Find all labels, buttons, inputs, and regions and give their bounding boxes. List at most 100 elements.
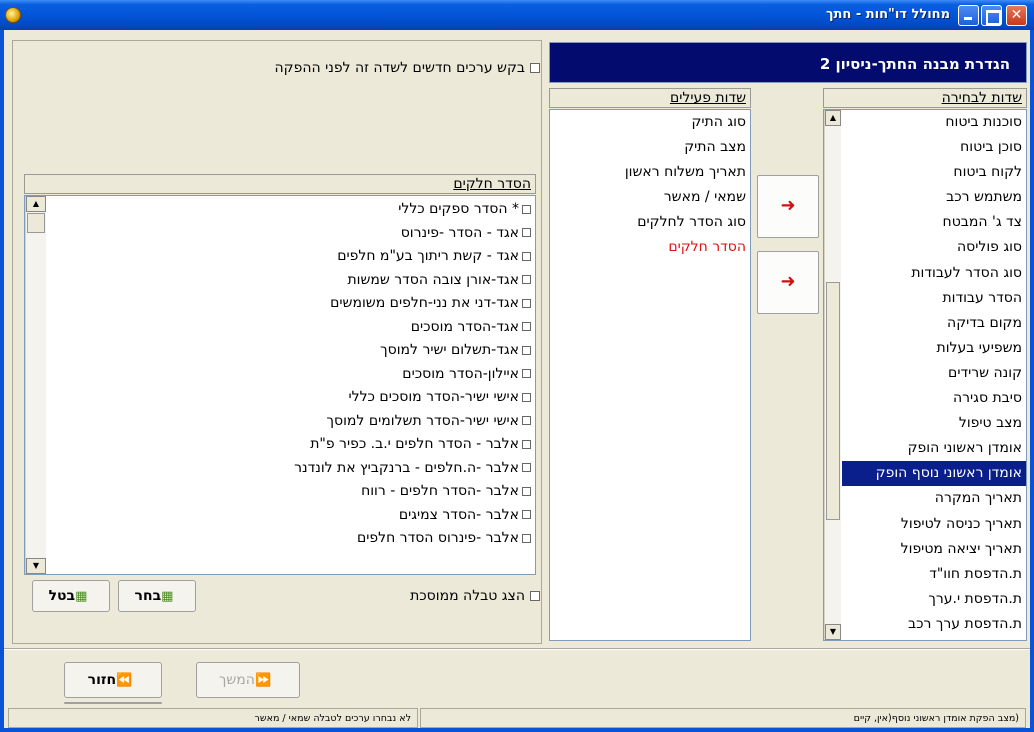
show-custom-table-label: הצג טבלה ממוסכת	[410, 588, 525, 604]
checkbox-icon[interactable]	[530, 63, 540, 73]
parts-item-label: אלבר -ה.חלפים - ברנקביץ את לונדנר	[294, 459, 519, 476]
available-field-item[interactable]: אומדן ראשוני הופק	[842, 436, 1026, 461]
parts-item-label: * הסדר ספקים כללי	[398, 201, 519, 217]
parts-item-label: אלבר -הסדר חלפים - רווח	[361, 483, 519, 499]
available-field-item[interactable]: סוג הסדר לעבודות	[842, 261, 1026, 286]
available-field-item[interactable]: סוכנות ביטוח	[842, 110, 1026, 135]
scroll-thumb[interactable]	[826, 282, 840, 520]
checkbox-icon[interactable]	[522, 439, 531, 449]
active-field-item[interactable]: הסדר חלקים	[550, 235, 750, 260]
available-field-item[interactable]: ת.הדפסת י.ערך	[842, 587, 1026, 612]
checkbox-icon[interactable]	[522, 251, 531, 261]
parts-list-item[interactable]: אלבר - הסדר חלפים י.ב. כפיר פ"ת	[47, 433, 535, 457]
parts-list-item[interactable]: אגד - הסדר -פינרוס	[47, 222, 535, 246]
parts-list-item[interactable]: אישי ישיר-הסדר תשלומים למוסך	[47, 410, 535, 434]
parts-item-label: אגד-דני את נני-חלפים משומשים	[330, 295, 519, 311]
parts-list-item[interactable]: איילון-הסדר מוסכים	[47, 363, 535, 387]
next-button[interactable]: ⏩המשך	[196, 662, 300, 698]
cancel-icon: ▦	[75, 589, 88, 604]
parts-scrollbar[interactable]: ▲ ▼	[25, 196, 46, 574]
scroll-thumb[interactable]	[27, 213, 45, 233]
back-icon: ⏪	[116, 673, 133, 688]
checkbox-icon[interactable]	[522, 322, 531, 331]
checkbox-icon[interactable]	[522, 345, 531, 355]
show-custom-table-checkbox[interactable]: הצג טבלה ממוסכת	[280, 588, 540, 604]
move-left-button[interactable]: ➜	[757, 175, 819, 238]
active-field-item[interactable]: סוג הסדר לחלקים	[550, 210, 750, 235]
checkbox-icon[interactable]	[522, 533, 531, 543]
checkbox-icon[interactable]	[530, 591, 540, 601]
parts-list-item[interactable]: אלבר -פינרוס הסדר חלפים	[47, 527, 535, 551]
checkbox-icon[interactable]	[522, 510, 531, 519]
window-title: מחולל דו"חות - חתך	[826, 7, 950, 22]
parts-list-item[interactable]: אישי ישיר-הסדר מוסכים כללי	[47, 386, 535, 410]
parts-item-label: אגד-הסדר מוסכים	[410, 318, 519, 335]
checkbox-icon[interactable]	[522, 463, 531, 472]
available-fields-header: שדות לבחירה	[823, 88, 1027, 108]
parts-list-item[interactable]: אגד-דני את נני-חלפים משומשים	[47, 292, 535, 316]
active-field-item[interactable]: סוג התיק	[550, 110, 750, 135]
move-right-button[interactable]: ➜	[757, 251, 819, 314]
available-field-item[interactable]: סוג פוליסה	[842, 235, 1026, 260]
title-bar: מחולל דו"חות - חתך ✕	[0, 0, 1034, 30]
active-field-item[interactable]: מצב התיק	[550, 135, 750, 160]
cancel-button[interactable]: ▦בטל	[32, 580, 110, 612]
back-button[interactable]: ⏪חזור	[64, 662, 162, 698]
request-new-values-checkbox[interactable]: בקש ערכים חדשים לשדה זה לפני ההפקה	[120, 60, 540, 76]
available-field-item[interactable]: אומדן ראשוני נוסף הופק	[842, 461, 1026, 487]
checkbox-icon[interactable]	[522, 204, 531, 214]
checkbox-icon[interactable]	[522, 416, 531, 425]
checkbox-icon[interactable]	[522, 369, 531, 378]
available-field-item[interactable]: הסדר עבודות	[842, 286, 1026, 311]
page-title: הגדרת מבנה החתך-ניסיון 2	[549, 42, 1027, 83]
minimize-button[interactable]	[958, 5, 979, 26]
parts-list[interactable]: * הסדר ספקים כללי אגד - הסדר -פינרוס אגד -…	[24, 195, 536, 575]
active-fields-list[interactable]: סוג התיק מצב התיק תאריך משלוח ראשון שמאי / …	[549, 109, 751, 641]
status-right: (מצב הפקת אומדן ראשוני נוסף(אין, קיים	[420, 708, 1026, 728]
parts-list-item[interactable]: אלבר -הסדר חלפים - רווח	[47, 480, 535, 504]
back-label: חזור	[87, 672, 117, 688]
parts-list-item[interactable]: אגד-הסדר מוסכים	[47, 316, 535, 340]
parts-list-item[interactable]: אגד - קשת ריתוך בע"מ חלפים	[47, 245, 535, 269]
parts-list-item[interactable]: אלבר -ה.חלפים - ברנקביץ את לונדנר	[47, 457, 535, 481]
available-field-item[interactable]: תאריך יציאה מטיפול	[842, 537, 1026, 562]
checkbox-icon[interactable]	[522, 275, 531, 284]
parts-item-label: אגד - קשת ריתוך בע"מ חלפים	[337, 248, 519, 264]
available-field-item[interactable]: סיבת סגירה	[842, 386, 1026, 411]
available-field-item[interactable]: מצב טיפול	[842, 411, 1026, 436]
parts-list-item[interactable]: * הסדר ספקים כללי	[47, 198, 535, 222]
available-field-item[interactable]: ת.הדפסת ערך רכב	[842, 612, 1026, 637]
parts-list-item[interactable]: אגד-אורן צובה הסדר שמשות	[47, 269, 535, 293]
parts-item-label: אלבר - הסדר חלפים י.ב. כפיר פ"ת	[310, 436, 519, 452]
close-button[interactable]: ✕	[1006, 5, 1027, 26]
available-field-item[interactable]: קונה שרידים	[842, 361, 1026, 386]
select-label: בחר	[134, 588, 162, 604]
active-field-item[interactable]: שמאי / מאשר	[550, 185, 750, 210]
available-field-item[interactable]: משתמש רכב	[842, 185, 1026, 210]
available-field-item[interactable]: משפיעי בעלות	[842, 336, 1026, 361]
available-field-item[interactable]: תאריך כניסה לטיפול	[842, 512, 1026, 537]
checkbox-icon[interactable]	[522, 228, 531, 237]
scroll-up-icon[interactable]: ▲	[825, 110, 841, 126]
available-fields-list[interactable]: סוכנות ביטוח סוכן ביטוח לקוח ביטוח משתמש רכ…	[823, 109, 1027, 641]
available-field-item[interactable]: לקוח ביטוח	[842, 160, 1026, 185]
available-field-item[interactable]: תאריך המקרה	[842, 486, 1026, 511]
scroll-down-icon[interactable]: ▼	[825, 624, 841, 640]
available-field-item[interactable]: ת.הדפסת חוו"ד	[842, 562, 1026, 587]
parts-list-item[interactable]: אגד-תשלום ישיר למוסך	[47, 339, 535, 363]
active-field-item[interactable]: תאריך משלוח ראשון	[550, 160, 750, 185]
checkbox-icon[interactable]	[522, 298, 531, 308]
checkbox-icon[interactable]	[522, 392, 531, 402]
checkbox-icon[interactable]	[522, 486, 531, 496]
scroll-up-icon[interactable]: ▲	[26, 196, 46, 212]
maximize-button[interactable]	[981, 5, 1002, 26]
available-field-item[interactable]: מקום בדיקה	[842, 311, 1026, 336]
parts-list-item[interactable]: אלבר -הסדר צמיגים	[47, 504, 535, 528]
available-fields-scrollbar[interactable]: ▲ ▼	[824, 110, 841, 640]
available-field-item[interactable]: סוכן ביטוח	[842, 135, 1026, 160]
parts-list-header: הסדר חלקים	[24, 174, 536, 194]
select-button[interactable]: ▦בחר	[118, 580, 196, 612]
available-field-item[interactable]: צד ג' המבטח	[842, 210, 1026, 235]
scroll-down-icon[interactable]: ▼	[26, 558, 46, 574]
parts-item-label: אישי ישיר-הסדר מוסכים כללי	[348, 389, 519, 405]
